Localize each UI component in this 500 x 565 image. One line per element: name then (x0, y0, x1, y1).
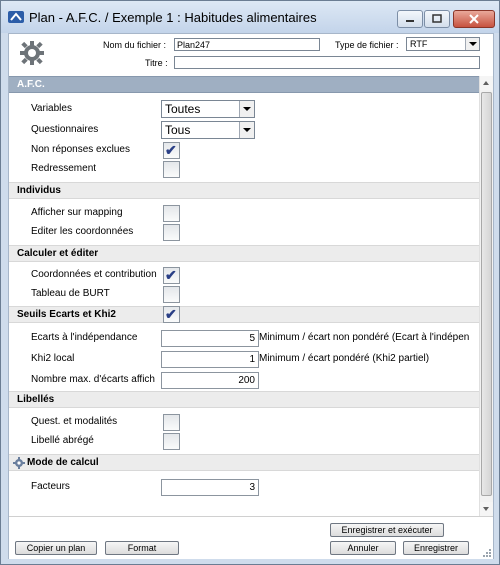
maximize-button[interactable] (424, 10, 450, 28)
coordonnees-contribution-checkbox[interactable]: ✔ (163, 267, 180, 284)
title-field-label: Titre : (145, 58, 168, 68)
section-libelles-label: Libellés (17, 394, 55, 405)
facteurs-input[interactable]: 3 (161, 479, 259, 496)
section-calculer: Calculer et éditer (9, 245, 479, 262)
section-mode-label: Mode de calcul (27, 457, 99, 468)
app-icon (8, 11, 24, 23)
filetype-label: Type de fichier : (335, 40, 399, 50)
coordonnees-contribution-label: Coordonnées et contribution (31, 269, 157, 280)
nombre-ecarts-input[interactable]: 200 (161, 372, 259, 389)
title-input[interactable] (174, 56, 480, 69)
gear-icon (13, 457, 25, 469)
ecarts-independance-input[interactable]: 5 (161, 330, 259, 347)
variables-label: Variables (31, 103, 72, 114)
maximize-icon (432, 14, 442, 23)
chevron-down-icon[interactable] (239, 101, 254, 117)
non-reponses-label: Non réponses exclues (31, 144, 130, 155)
enregistrer-button[interactable]: Enregistrer (403, 541, 469, 555)
afficher-mapping-checkbox[interactable] (163, 205, 180, 222)
nombre-ecarts-label: Nombre max. d'écarts affich (31, 374, 155, 385)
minimize-icon (406, 20, 414, 22)
check-icon: ✔ (165, 267, 177, 283)
dialog-window: Plan - A.F.C. / Exemple 1 : Habitudes al… (0, 0, 500, 565)
khi2-hint: Minimum / écart pondéré (Khi2 partiel) (259, 353, 430, 364)
chevron-down-icon[interactable] (465, 38, 479, 50)
check-icon: ✔ (165, 142, 177, 158)
scroll-up-icon[interactable] (480, 76, 493, 90)
questionnaires-value: Tous (165, 123, 191, 137)
window-title: Plan - A.F.C. / Exemple 1 : Habitudes al… (29, 10, 317, 25)
filetype-value: RTF (410, 39, 428, 49)
section-seuils-label: Seuils Ecarts et Khi2 (17, 309, 116, 320)
dialog-client: Nom du fichier : Type de fichier : RTF T… (8, 33, 494, 559)
chevron-down-icon[interactable] (239, 122, 254, 138)
facteurs-label: Facteurs (31, 481, 70, 492)
seuils-checkbox[interactable]: ✔ (163, 306, 180, 323)
section-individus: Individus (9, 182, 479, 199)
minimize-button[interactable] (397, 10, 423, 28)
filename-input[interactable] (174, 38, 320, 51)
section-seuils: Seuils Ecarts et Khi2 (9, 306, 479, 323)
afficher-mapping-label: Afficher sur mapping (31, 207, 123, 218)
gear-icon[interactable] (19, 40, 45, 66)
close-button[interactable] (453, 10, 495, 28)
quest-modalites-label: Quest. et modalités (31, 416, 118, 427)
vertical-scrollbar[interactable] (479, 76, 493, 516)
editer-coordonnees-label: Editer les coordonnées (31, 226, 134, 237)
section-individus-label: Individus (17, 185, 61, 196)
filename-label: Nom du fichier : (103, 40, 167, 50)
section-afc-label: A.F.C. (17, 79, 45, 90)
filetype-select[interactable]: RTF (406, 37, 480, 51)
scroll-down-icon[interactable] (480, 502, 493, 516)
khi2-local-label: Khi2 local (31, 353, 75, 364)
copier-plan-button[interactable]: Copier un plan (15, 541, 97, 555)
questionnaires-label: Questionnaires (31, 124, 99, 135)
libelle-abrege-label: Libellé abrégé (31, 435, 94, 446)
button-bar: Enregistrer et exécuter Copier un plan F… (9, 516, 493, 559)
tableau-burt-label: Tableau de BURT (31, 288, 110, 299)
section-libelles: Libellés (9, 391, 479, 408)
enregistrer-executer-button[interactable]: Enregistrer et exécuter (330, 523, 444, 537)
format-button[interactable]: Format (105, 541, 179, 555)
ecarts-hint: Minimum / écart non pondéré (Ecart à l'i… (259, 332, 470, 343)
close-icon (469, 14, 479, 24)
tableau-burt-checkbox[interactable] (163, 286, 180, 303)
non-reponses-checkbox[interactable]: ✔ (163, 142, 180, 159)
redressement-checkbox[interactable] (163, 161, 180, 178)
section-calculer-label: Calculer et éditer (17, 248, 99, 259)
questionnaires-select[interactable]: Tous (161, 121, 255, 139)
title-bar: Plan - A.F.C. / Exemple 1 : Habitudes al… (1, 1, 499, 33)
resize-grip-icon[interactable] (482, 548, 492, 558)
variables-select[interactable]: Toutes (161, 100, 255, 118)
redressement-label: Redressement (31, 163, 97, 174)
ecarts-independance-label: Ecarts à l'indépendance (31, 332, 138, 343)
section-mode-calcul: Mode de calcul (9, 454, 479, 471)
variables-value: Toutes (165, 102, 201, 116)
file-header: Nom du fichier : Type de fichier : RTF T… (9, 34, 493, 76)
options-panel: A.F.C. Variables Toutes Questionnaires T… (9, 76, 493, 516)
section-afc: A.F.C. (9, 76, 479, 93)
editer-coordonnees-checkbox[interactable] (163, 224, 180, 241)
libelle-abrege-checkbox[interactable] (163, 433, 180, 450)
khi2-local-input[interactable]: 1 (161, 351, 259, 368)
scrollbar-thumb[interactable] (481, 92, 492, 496)
check-icon: ✔ (165, 306, 177, 322)
annuler-button[interactable]: Annuler (330, 541, 396, 555)
quest-modalites-checkbox[interactable] (163, 414, 180, 431)
